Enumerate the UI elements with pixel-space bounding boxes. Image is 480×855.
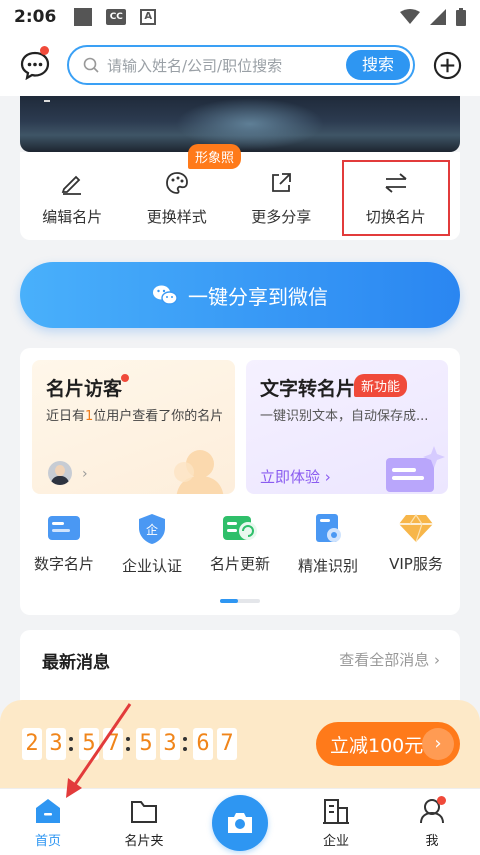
building-icon bbox=[323, 799, 349, 824]
chevron-right-icon: › bbox=[82, 466, 88, 482]
discount-100-button[interactable]: 立减100元 › bbox=[316, 722, 460, 766]
digital-card-label: 数字名片 bbox=[33, 555, 94, 573]
visitors-title: 名片访客 bbox=[46, 378, 123, 400]
promo-banner[interactable]: 2 3 5 7 5 3 6 7 立减100元 › bbox=[0, 700, 480, 788]
nav-enterprise[interactable]: 企业 bbox=[288, 789, 384, 855]
text-to-card-box[interactable]: 文字转名片 新功能 一键识别文本，自动保存成... 立即体验 › bbox=[246, 360, 448, 494]
precise-recognition-label: 精准识别 bbox=[297, 557, 358, 575]
notification-square-icon bbox=[74, 8, 93, 26]
nav-card-holder-label: 名片夹 bbox=[124, 834, 164, 849]
svg-text:企: 企 bbox=[146, 522, 158, 537]
discount-label: 立减100元 bbox=[330, 734, 424, 757]
top-header: 请输入姓名/公司/职位搜索 搜索 bbox=[0, 34, 480, 96]
switch-icon bbox=[385, 173, 407, 193]
battery-icon bbox=[456, 8, 466, 26]
cc-icon: CC bbox=[106, 9, 127, 25]
text-to-card-title: 文字转名片 bbox=[260, 378, 356, 400]
camera-scan-button[interactable] bbox=[212, 795, 268, 851]
services-row: 数字名片 企 企业认证 名片更新 精准识别 VIP服务 bbox=[20, 513, 460, 583]
status-bar: 2:06 CC A bbox=[0, 0, 480, 34]
enterprise-cert-service[interactable]: 企 企业认证 bbox=[108, 513, 196, 583]
a-icon: A bbox=[140, 9, 157, 25]
countdown-timer: 2 3 5 7 5 3 6 7 bbox=[22, 728, 241, 760]
switch-card-label: 切换名片 bbox=[365, 208, 426, 226]
message-unread-dot bbox=[40, 46, 49, 55]
status-time: 2:06 bbox=[14, 7, 57, 27]
nav-me[interactable]: 我 bbox=[384, 789, 480, 855]
nav-me-label: 我 bbox=[425, 834, 439, 849]
text-to-card-desc: 一键识别文本，自动保存成... bbox=[260, 409, 429, 424]
add-icon[interactable] bbox=[433, 51, 462, 80]
countdown-colon bbox=[183, 728, 189, 760]
signal-icon bbox=[430, 9, 446, 25]
edit-card-button[interactable]: 编辑名片 bbox=[20, 152, 125, 240]
card-update-label: 名片更新 bbox=[209, 555, 270, 573]
digital-card-icon bbox=[48, 516, 80, 540]
enterprise-cert-label: 企业认证 bbox=[121, 557, 182, 575]
card-update-service[interactable]: 名片更新 bbox=[196, 513, 284, 583]
card-sparkle-decoration-icon bbox=[386, 446, 445, 492]
scan-icon bbox=[316, 514, 341, 542]
card-mark bbox=[44, 100, 50, 102]
countdown-digit: 7 bbox=[217, 728, 237, 760]
countdown-digit: 5 bbox=[79, 728, 99, 760]
countdown-digit: 6 bbox=[193, 728, 213, 760]
palette-icon bbox=[165, 172, 188, 194]
share-icon bbox=[272, 173, 292, 192]
business-card-preview[interactable] bbox=[20, 96, 460, 152]
folder-icon bbox=[131, 801, 157, 823]
visitor-avatar bbox=[48, 461, 72, 485]
search-input[interactable]: 请输入姓名/公司/职位搜索 bbox=[107, 55, 282, 76]
feature-panel: 名片访客 近日有1位用户查看了你的名片 › 文字转名片 新功能 一键识别文本，自… bbox=[20, 348, 460, 615]
view-all-news-link[interactable]: 查看全部消息 › bbox=[339, 649, 440, 670]
search-icon bbox=[83, 57, 99, 73]
search-button[interactable]: 搜索 bbox=[346, 50, 410, 80]
visitors-desc: 近日有1位用户查看了你的名片 bbox=[46, 409, 224, 424]
nav-card-holder[interactable]: 名片夹 bbox=[96, 789, 192, 855]
share-wechat-button[interactable]: 一键分享到微信 bbox=[20, 262, 460, 328]
card-actions-row: 编辑名片 更换样式 更多分享 切换名片 形象照 bbox=[20, 144, 460, 240]
more-share-button[interactable]: 更多分享 bbox=[229, 152, 334, 240]
countdown-colon bbox=[126, 728, 132, 760]
search-bar[interactable]: 请输入姓名/公司/职位搜索 搜索 bbox=[67, 45, 415, 85]
nav-home-label: 首页 bbox=[34, 834, 61, 849]
nav-home[interactable]: 首页 bbox=[0, 789, 96, 855]
new-feature-badge: 新功能 bbox=[354, 374, 408, 397]
countdown-digit: 3 bbox=[46, 728, 66, 760]
people-decoration-icon bbox=[174, 450, 224, 494]
countdown-digit: 2 bbox=[22, 728, 42, 760]
enterprise-shield-icon: 企 bbox=[139, 514, 165, 544]
switch-card-button[interactable]: 切换名片 bbox=[341, 160, 450, 236]
share-wechat-label: 一键分享到微信 bbox=[188, 284, 328, 309]
precise-recognition-service[interactable]: 精准识别 bbox=[284, 513, 372, 583]
vip-service-label: VIP服务 bbox=[389, 555, 443, 573]
portrait-badge: 形象照 bbox=[188, 144, 242, 169]
me-unread-dot bbox=[437, 796, 446, 805]
card-visitors-box[interactable]: 名片访客 近日有1位用户查看了你的名片 › bbox=[32, 360, 235, 494]
card-refresh-icon bbox=[223, 516, 257, 540]
services-pager bbox=[220, 599, 260, 603]
try-now-link[interactable]: 立即体验 › bbox=[260, 466, 331, 487]
countdown-colon bbox=[69, 728, 75, 760]
countdown-digit: 5 bbox=[136, 728, 156, 760]
change-style-label: 更换样式 bbox=[146, 208, 207, 226]
latest-news-title: 最新消息 bbox=[42, 653, 110, 673]
pencil-icon bbox=[62, 175, 82, 195]
digital-card-service[interactable]: 数字名片 bbox=[20, 513, 108, 583]
nav-enterprise-label: 企业 bbox=[322, 834, 349, 849]
home-icon bbox=[36, 799, 60, 823]
countdown-digit: 7 bbox=[103, 728, 123, 760]
chevron-right-icon: › bbox=[422, 728, 454, 760]
wechat-icon bbox=[153, 285, 178, 305]
vip-service[interactable]: VIP服务 bbox=[372, 513, 460, 583]
countdown-digit: 3 bbox=[160, 728, 180, 760]
vip-diamond-icon bbox=[399, 513, 433, 543]
camera-icon bbox=[228, 813, 252, 833]
more-share-label: 更多分享 bbox=[251, 208, 312, 226]
wifi-icon bbox=[400, 9, 420, 24]
visitors-unread-dot bbox=[121, 374, 129, 382]
edit-card-label: 编辑名片 bbox=[42, 208, 103, 226]
